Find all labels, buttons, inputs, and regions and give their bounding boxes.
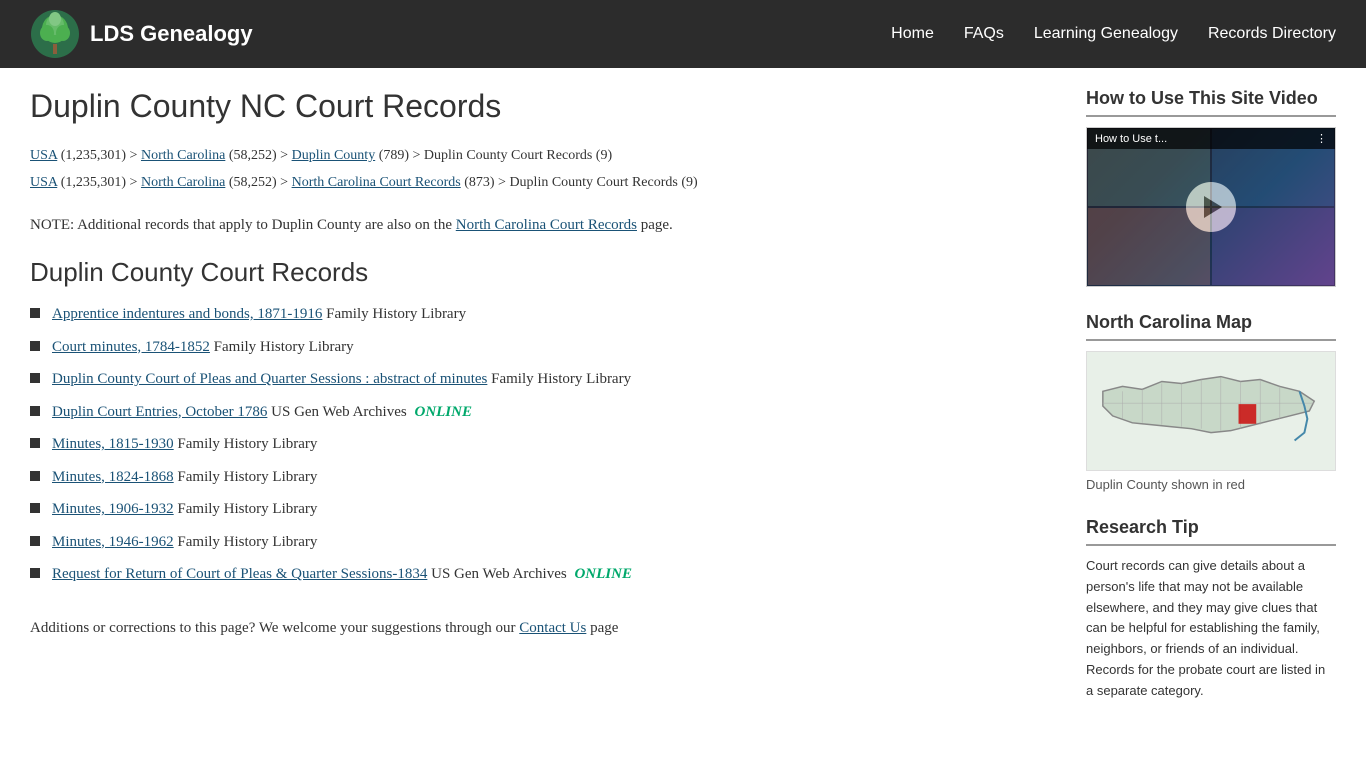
- bullet-icon: [30, 406, 40, 416]
- online-badge: ONLINE: [574, 566, 632, 582]
- records-list: Apprentice indentures and bonds, 1871-19…: [30, 303, 1056, 586]
- video-thumbnail[interactable]: How to Use t... ⋮: [1086, 127, 1336, 287]
- map-heading: North Carolina Map: [1086, 312, 1336, 341]
- bullet-icon: [30, 568, 40, 578]
- nav-learning[interactable]: Learning Genealogy: [1034, 25, 1178, 43]
- breadcrumb-nc-court[interactable]: North Carolina Court Records: [292, 175, 461, 190]
- main-nav: Home FAQs Learning Genealogy Records Dir…: [891, 25, 1336, 43]
- sidebar: How to Use This Site Video How to Use t.…: [1086, 88, 1336, 727]
- list-item: Duplin County Court of Pleas and Quarter…: [30, 368, 1056, 391]
- nav-home[interactable]: Home: [891, 25, 934, 43]
- record-link[interactable]: Request for Return of Court of Pleas & Q…: [52, 566, 427, 582]
- bullet-icon: [30, 471, 40, 481]
- bullet-icon: [30, 373, 40, 383]
- record-link[interactable]: Minutes, 1946-1962: [52, 534, 174, 550]
- record-link[interactable]: Duplin Court Entries, October 1786: [52, 404, 267, 420]
- records-heading: Duplin County Court Records: [30, 257, 1056, 288]
- breadcrumb-usa-2[interactable]: USA: [30, 175, 57, 190]
- breadcrumb-2: USA (1,235,301) > North Carolina (58,252…: [30, 172, 1056, 193]
- collage-cell: [1087, 207, 1211, 286]
- breadcrumb-usa-1[interactable]: USA: [30, 148, 57, 163]
- map-caption: Duplin County shown in red: [1086, 477, 1336, 492]
- note-prefix: NOTE: Additional records that apply to D…: [30, 217, 456, 233]
- video-title-text: How to Use t...: [1095, 133, 1167, 145]
- page-title: Duplin County NC Court Records: [30, 88, 1056, 125]
- main-content: Duplin County NC Court Records USA (1,23…: [30, 88, 1056, 727]
- bullet-icon: [30, 503, 40, 513]
- logo-tree-icon: [30, 9, 80, 59]
- contact-us-link[interactable]: Contact Us: [519, 620, 586, 636]
- video-heading: How to Use This Site Video: [1086, 88, 1336, 117]
- video-thumb-inner: How to Use t... ⋮: [1087, 128, 1335, 286]
- record-link[interactable]: Duplin County Court of Pleas and Quarter…: [52, 371, 487, 387]
- breadcrumb-1: USA (1,235,301) > North Carolina (58,252…: [30, 145, 1056, 166]
- record-link[interactable]: Apprentice indentures and bonds, 1871-19…: [52, 306, 322, 322]
- video-section: How to Use This Site Video How to Use t.…: [1086, 88, 1336, 287]
- list-item: Minutes, 1946-1962 Family History Librar…: [30, 531, 1056, 554]
- breadcrumb-nc-2[interactable]: North Carolina: [141, 175, 225, 190]
- video-title-bar: How to Use t... ⋮: [1087, 128, 1335, 149]
- bullet-icon: [30, 308, 40, 318]
- video-menu-dots[interactable]: ⋮: [1316, 132, 1327, 145]
- note-suffix: page.: [637, 217, 673, 233]
- nav-records-dir[interactable]: Records Directory: [1208, 25, 1336, 43]
- list-item: Court minutes, 1784-1852 Family History …: [30, 336, 1056, 359]
- list-item: Minutes, 1824-1868 Family History Librar…: [30, 466, 1056, 489]
- additions-prefix: Additions or corrections to this page? W…: [30, 620, 519, 636]
- breadcrumb-nc-1[interactable]: North Carolina: [141, 148, 225, 163]
- record-link[interactable]: Minutes, 1824-1868: [52, 469, 174, 485]
- site-header: LDS Genealogy Home FAQs Learning Genealo…: [0, 0, 1366, 68]
- research-tip-section: Research Tip Court records can give deta…: [1086, 517, 1336, 702]
- note-section: NOTE: Additional records that apply to D…: [30, 213, 1056, 237]
- bullet-icon: [30, 341, 40, 351]
- list-item: Duplin Court Entries, October 1786 US Ge…: [30, 401, 1056, 424]
- map-section: North Carolina Map: [1086, 312, 1336, 492]
- bullet-icon: [30, 438, 40, 448]
- site-logo-text: LDS Genealogy: [90, 21, 253, 47]
- list-item: Request for Return of Court of Pleas & Q…: [30, 563, 1056, 586]
- nc-map: [1086, 351, 1336, 471]
- nc-court-records-link[interactable]: North Carolina Court Records: [456, 217, 637, 233]
- list-item: Minutes, 1906-1932 Family History Librar…: [30, 498, 1056, 521]
- record-link[interactable]: Minutes, 1906-1932: [52, 501, 174, 517]
- research-tip-heading: Research Tip: [1086, 517, 1336, 546]
- additions-line: Additions or corrections to this page? W…: [30, 616, 1056, 640]
- collage-cell: [1211, 207, 1335, 286]
- research-tip-text: Court records can give details about a p…: [1086, 556, 1336, 702]
- nc-map-svg: [1087, 352, 1335, 470]
- bullet-icon: [30, 536, 40, 546]
- breadcrumb-duplin-1[interactable]: Duplin County: [292, 148, 376, 163]
- online-badge: ONLINE: [414, 404, 472, 420]
- record-link[interactable]: Court minutes, 1784-1852: [52, 339, 210, 355]
- list-item: Apprentice indentures and bonds, 1871-19…: [30, 303, 1056, 326]
- logo-area[interactable]: LDS Genealogy: [30, 9, 253, 59]
- record-link[interactable]: Minutes, 1815-1930: [52, 436, 174, 452]
- list-item: Minutes, 1815-1930 Family History Librar…: [30, 433, 1056, 456]
- video-collage: [1087, 128, 1335, 286]
- additions-suffix: page: [586, 620, 618, 636]
- page-wrap: Duplin County NC Court Records USA (1,23…: [0, 68, 1366, 747]
- nav-faqs[interactable]: FAQs: [964, 25, 1004, 43]
